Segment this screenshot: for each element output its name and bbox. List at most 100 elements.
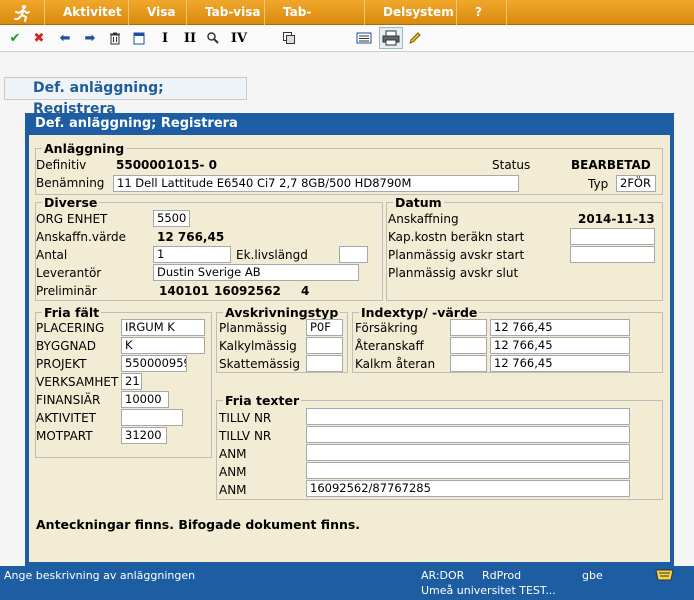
org-enhet-field[interactable]: 5500 <box>153 210 190 227</box>
menu-bar: Aktivitet Visa Tab-visa Tab-register Del… <box>0 0 694 44</box>
aktivitet-field[interactable] <box>121 409 183 426</box>
datum-legend: Datum <box>395 195 442 210</box>
ek-livslangd-label: Ek.livslängd <box>236 248 308 262</box>
checkmark-icon[interactable]: ✔ <box>5 28 25 48</box>
fria-texter-label: ANM <box>219 465 247 479</box>
notes-text[interactable]: Anteckningar finns. Bifogade dokument fi… <box>36 517 360 532</box>
diverse-legend: Diverse <box>44 195 98 210</box>
anskaffn-varde-value: 12 766,45 <box>157 230 225 244</box>
menu-tab-register[interactable]: Tab-register <box>264 0 364 44</box>
cancel-x-icon[interactable]: ✖ <box>29 28 49 48</box>
ateranskaff-value-field[interactable]: 12 766,45 <box>490 337 630 354</box>
forsakring-label: Försäkring <box>355 321 418 335</box>
fria-texter-field[interactable] <box>306 408 630 425</box>
motpart-field[interactable]: 31200 <box>121 427 167 444</box>
magnifier-icon[interactable] <box>203 28 223 48</box>
benamning-field[interactable]: 11 Dell Lattitude E6540 Ci7 2,7 8GB/500 … <box>113 175 519 192</box>
planmassig-start-field[interactable] <box>570 246 655 263</box>
menu-tab-visa[interactable]: Tab-visa <box>186 0 264 25</box>
indextyp-legend: Indextyp/ -värde <box>361 305 478 320</box>
trash-icon[interactable] <box>105 28 125 48</box>
fria-texter-label: ANM <box>219 447 247 461</box>
status-hint: Ange beskrivning av anläggningen <box>4 569 196 582</box>
preliminar-value-1: 140101 <box>159 284 210 298</box>
toolbar: ✔ ✖ ⬅ ➡ I II IV <box>0 25 694 52</box>
kalkm-ateran-value-field[interactable]: 12 766,45 <box>490 355 630 372</box>
panel-title: Def. anläggning; Registrera <box>35 116 238 131</box>
anlaggning-legend: Anläggning <box>44 141 125 156</box>
finansiar-label: FINANSIÄR <box>36 393 101 407</box>
preliminar-value-2: 16092562 <box>214 284 281 298</box>
projekt-label: PROJEKT <box>36 357 87 371</box>
verksamhet-label: VERKSAMHET <box>36 375 119 389</box>
kalkm-ateran-label: Kalkm återan <box>355 357 436 371</box>
motpart-label: MOTPART <box>36 429 93 443</box>
planmassig-field[interactable]: P0F <box>306 319 343 336</box>
forsakring-type-field[interactable] <box>450 319 487 336</box>
anskaffn-varde-label: Anskaffn.värde <box>36 230 127 244</box>
tab-title[interactable]: Def. anläggning; Registrera <box>4 77 247 117</box>
status-ar: AR:DOR <box>421 569 465 582</box>
leverantor-label: Leverantör <box>36 266 102 280</box>
skattemassig-label: Skattemässig <box>219 357 300 371</box>
pencil-icon[interactable] <box>405 28 425 48</box>
kalkylmassig-field[interactable] <box>306 337 343 354</box>
printer-icon[interactable] <box>379 27 403 49</box>
benamning-label: Benämning <box>36 176 105 190</box>
kalkylmassig-label: Kalkylmässig <box>219 339 297 353</box>
placering-field[interactable]: IRGUM K <box>121 319 205 336</box>
skattemassig-field[interactable] <box>306 355 343 372</box>
org-enhet-label: ORG ENHET <box>36 212 108 226</box>
planmassig-label: Planmässig <box>219 321 288 335</box>
menu-help[interactable]: ? <box>456 0 506 25</box>
running-man-logo-icon[interactable] <box>0 0 44 25</box>
arrow-right-icon[interactable]: ➡ <box>80 28 100 48</box>
form-area: Anläggning Definitiv 5500001015- 0 Statu… <box>29 135 670 562</box>
menu-delsystem[interactable]: Delsystem <box>364 0 456 25</box>
status-bar: Ange beskrivning av anläggningen AR:DOR … <box>0 566 694 600</box>
fria-texter-field[interactable] <box>306 426 630 443</box>
anskaffning-value: 2014-11-13 <box>578 212 655 226</box>
fria-texter-legend: Fria texter <box>225 393 300 408</box>
preliminar-label: Preliminär <box>36 284 97 298</box>
menu-visa[interactable]: Visa <box>128 0 186 25</box>
leverantor-field[interactable]: Dustin Sverige AB <box>153 264 359 281</box>
definitiv-value: 5500001015- 0 <box>116 158 218 172</box>
kap-kostn-label: Kap.kostn beräkn start <box>388 230 525 244</box>
menu-aktivitet[interactable]: Aktivitet <box>44 0 128 25</box>
form-icon[interactable] <box>354 28 374 48</box>
arrow-left-icon[interactable]: ⬅ <box>55 28 75 48</box>
fria-texter-field[interactable] <box>306 444 630 461</box>
byggnad-label: BYGGNAD <box>36 339 96 353</box>
antal-label: Antal <box>36 248 68 262</box>
status-label: Status <box>492 158 531 172</box>
kalkm-ateran-type-field[interactable] <box>450 355 487 372</box>
ek-livslangd-field[interactable] <box>339 246 368 263</box>
fria-falt-legend: Fria fält <box>44 305 100 320</box>
menu-spacer <box>506 0 694 25</box>
fria-texter-label: TILLV NR <box>219 429 272 443</box>
new-document-icon[interactable] <box>129 28 149 48</box>
fria-texter-field[interactable]: 16092562/87767285 <box>306 480 630 497</box>
typ-field[interactable]: 2FÖR <box>616 175 656 192</box>
status-db: RdProd <box>482 569 522 582</box>
antal-field[interactable]: 1 <box>153 246 231 263</box>
projekt-field[interactable]: 550000959 <box>121 355 187 372</box>
tool-ii-icon[interactable]: II <box>180 28 200 48</box>
copy-icon[interactable] <box>279 28 299 48</box>
avskrivningstyp-legend: Avskrivningstyp <box>225 305 339 320</box>
tool-i-icon[interactable]: I <box>155 28 175 48</box>
verksamhet-field[interactable]: 21 <box>121 373 142 390</box>
placering-label: PLACERING <box>36 321 105 335</box>
main-panel: Def. anläggning; Registrera Anläggning D… <box>25 113 674 566</box>
status-value: BEARBETAD <box>571 158 651 172</box>
tool-iv-icon[interactable]: IV <box>229 28 249 48</box>
kap-kostn-field[interactable] <box>570 228 655 245</box>
finansiar-field[interactable]: 10000 <box>121 391 169 408</box>
forsakring-value-field[interactable]: 12 766,45 <box>490 319 630 336</box>
notes-icon[interactable] <box>655 568 675 585</box>
byggnad-field[interactable]: K <box>121 337 205 354</box>
fria-texter-field[interactable] <box>306 462 630 479</box>
ateranskaff-type-field[interactable] <box>450 337 487 354</box>
preliminar-value-3: 4 <box>301 284 310 298</box>
